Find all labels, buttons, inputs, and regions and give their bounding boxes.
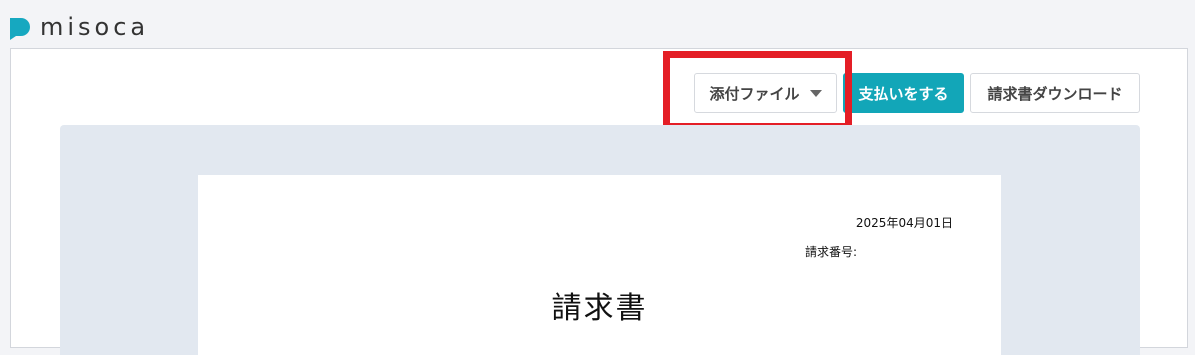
caret-down-icon <box>809 89 822 97</box>
invoice-date: 2025年04月01日 <box>855 216 953 230</box>
download-invoice-label: 請求書ダウンロード <box>987 84 1123 103</box>
invoice-document: 2025年04月01日 請求番号: 請求書 <box>198 175 1001 355</box>
attach-file-dropdown[interactable]: 添付ファイル <box>694 73 837 113</box>
invoice-title: 請求書 <box>551 291 648 326</box>
pay-button[interactable]: 支払いをする <box>843 73 964 113</box>
pay-button-label: 支払いをする <box>858 84 949 103</box>
logo-text: misoca <box>40 13 150 41</box>
speech-bubble-icon <box>10 18 30 40</box>
misoca-logo[interactable]: misoca <box>10 13 150 41</box>
top-bar: misoca <box>0 0 1195 48</box>
invoice-number-label: 請求番号: <box>805 245 858 259</box>
attach-file-label: 添付ファイル <box>709 84 800 103</box>
download-invoice-button[interactable]: 請求書ダウンロード <box>970 73 1140 113</box>
